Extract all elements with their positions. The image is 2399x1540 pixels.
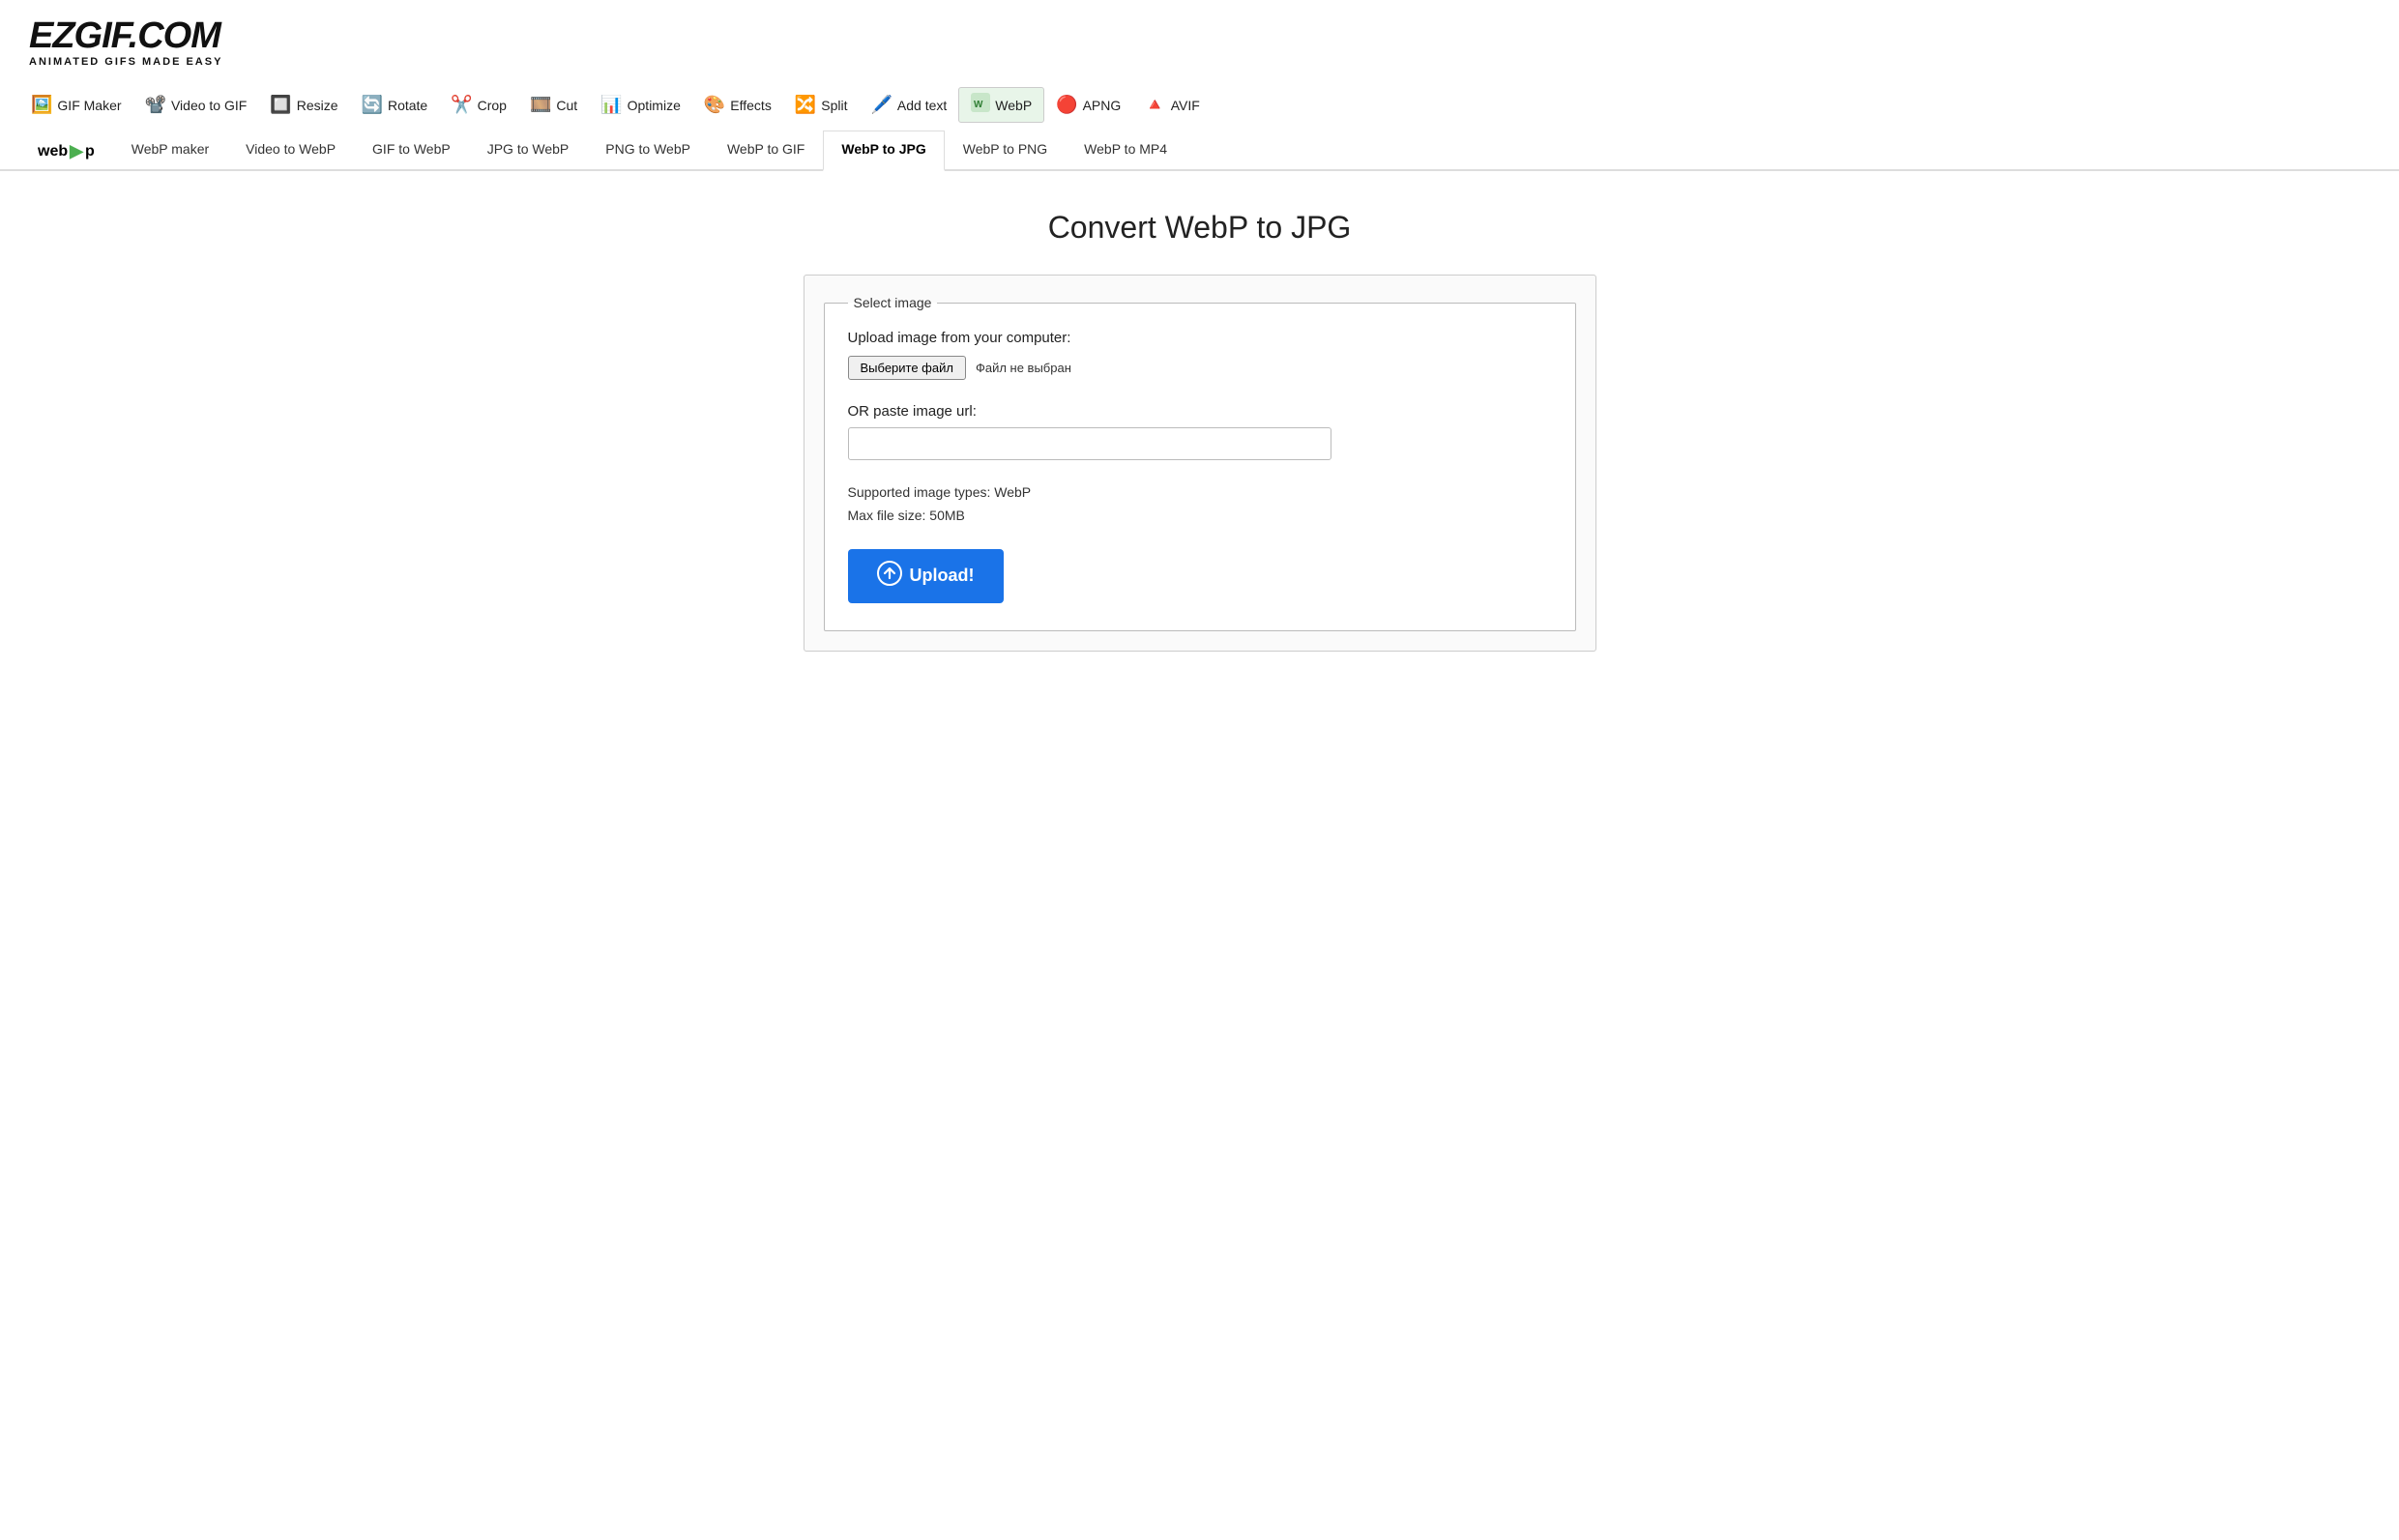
or-paste-label: OR paste image url:: [848, 403, 1552, 420]
upload-button-label: Upload!: [910, 566, 975, 586]
url-input[interactable]: [848, 427, 1331, 460]
nav-label-effects: Effects: [730, 98, 772, 113]
nav-item-cut[interactable]: 🎞️ Cut: [518, 90, 589, 120]
nav-label-resize: Resize: [297, 98, 338, 113]
nav-item-video-to-gif[interactable]: 📽️ Video to GIF: [133, 90, 259, 120]
logo-tagline: ANIMATED GIFS MADE EASY: [29, 56, 2370, 68]
nav-item-avif[interactable]: 🔺 AVIF: [1132, 90, 1212, 120]
nav-bar: 🖼️ GIF Maker 📽️ Video to GIF 🔲 Resize 🔄 …: [0, 77, 2399, 123]
subnav-webp-logo[interactable]: web▶p: [19, 131, 113, 171]
video-to-gif-icon: 📽️: [145, 95, 166, 115]
add-text-icon: 🖊️: [870, 95, 892, 115]
nav-item-resize[interactable]: 🔲 Resize: [258, 90, 349, 120]
avif-icon: 🔺: [1144, 95, 1165, 115]
file-input-row: Выберите файл Файл не выбран: [848, 356, 1552, 380]
cut-icon: 🎞️: [530, 95, 551, 115]
nav-item-effects[interactable]: 🎨 Effects: [692, 90, 783, 120]
tab-jpg-to-webp[interactable]: JPG to WebP: [469, 131, 588, 171]
tab-webp-to-gif[interactable]: WebP to GIF: [709, 131, 823, 171]
supported-info: Supported image types: WebP Max file siz…: [848, 481, 1552, 528]
upload-from-computer-label: Upload image from your computer:: [848, 330, 1552, 346]
nav-item-webp[interactable]: W WebP: [958, 87, 1044, 123]
tab-webp-to-mp4[interactable]: WebP to MP4: [1066, 131, 1185, 171]
split-icon: 🔀: [795, 95, 816, 115]
rotate-icon: 🔄: [362, 95, 383, 115]
tab-webp-to-png[interactable]: WebP to PNG: [945, 131, 1066, 171]
nav-label-split: Split: [821, 98, 847, 113]
apng-icon: 🔴: [1056, 95, 1077, 115]
upload-icon: [877, 561, 902, 592]
effects-icon: 🎨: [704, 95, 725, 115]
nav-label-cut: Cut: [556, 98, 577, 113]
optimize-icon: 📊: [600, 95, 622, 115]
no-file-selected-text: Файл не выбран: [976, 361, 1071, 375]
tab-webp-maker[interactable]: WebP maker: [113, 131, 227, 171]
webp-icon: W: [971, 93, 990, 117]
nav-item-optimize[interactable]: 📊 Optimize: [589, 90, 692, 120]
tab-video-to-webp[interactable]: Video to WebP: [227, 131, 354, 171]
max-file-size-text: Max file size: 50MB: [848, 505, 1552, 528]
gif-maker-icon: 🖼️: [31, 95, 52, 115]
fieldset-legend: Select image: [848, 295, 938, 310]
nav-label-apng: APNG: [1083, 98, 1122, 113]
upload-button[interactable]: Upload!: [848, 549, 1004, 603]
select-image-fieldset: Select image Upload image from your comp…: [824, 295, 1576, 631]
choose-file-button[interactable]: Выберите файл: [848, 356, 966, 380]
nav-item-add-text[interactable]: 🖊️ Add text: [859, 90, 958, 120]
header: EZGIF.COM ANIMATED GIFS MADE EASY: [0, 0, 2399, 77]
tab-webp-to-jpg[interactable]: WebP to JPG: [823, 131, 944, 171]
nav-item-apng[interactable]: 🔴 APNG: [1044, 90, 1132, 120]
supported-types-text: Supported image types: WebP: [848, 481, 1552, 505]
logo-title: EZGIF.COM: [29, 17, 2370, 54]
svg-text:W: W: [974, 100, 983, 110]
subnav: web▶p WebP maker Video to WebP GIF to We…: [0, 131, 2399, 171]
nav-label-webp: WebP: [995, 98, 1032, 113]
main-content: Convert WebP to JPG Select image Upload …: [0, 171, 2399, 690]
nav-item-split[interactable]: 🔀 Split: [783, 90, 860, 120]
resize-icon: 🔲: [270, 95, 291, 115]
crop-icon: ✂️: [451, 95, 472, 115]
tab-gif-to-webp[interactable]: GIF to WebP: [354, 131, 469, 171]
nav-item-crop[interactable]: ✂️ Crop: [439, 90, 518, 120]
page-title: Convert WebP to JPG: [1048, 210, 1352, 246]
nav-item-gif-maker[interactable]: 🖼️ GIF Maker: [19, 90, 133, 120]
nav-label-optimize: Optimize: [628, 98, 681, 113]
form-card: Select image Upload image from your comp…: [804, 275, 1596, 652]
nav-label-video-to-gif: Video to GIF: [171, 98, 247, 113]
nav-label-gif-maker: GIF Maker: [57, 98, 121, 113]
tab-png-to-webp[interactable]: PNG to WebP: [587, 131, 709, 171]
nav-label-rotate: Rotate: [388, 98, 427, 113]
nav-item-rotate[interactable]: 🔄 Rotate: [350, 90, 440, 120]
nav-label-avif: AVIF: [1171, 98, 1200, 113]
nav-label-crop: Crop: [478, 98, 507, 113]
nav-label-add-text: Add text: [897, 98, 947, 113]
